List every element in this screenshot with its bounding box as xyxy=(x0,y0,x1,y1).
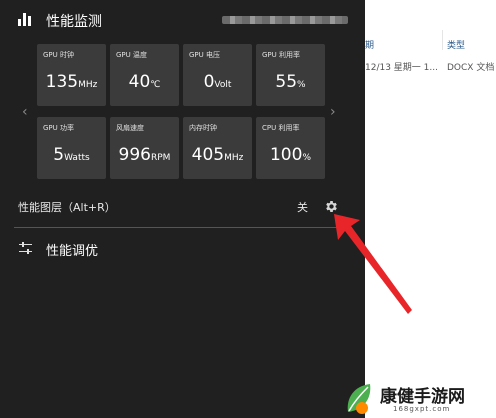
watermark-title: 康健手游网 xyxy=(380,387,465,407)
metric-unit: % xyxy=(297,80,306,90)
watermark-url: 168gxpt.com xyxy=(393,405,451,413)
tuning-sliders-icon xyxy=(19,242,32,254)
metric-tile-gpu-clock[interactable]: GPU 时钟 135MHz xyxy=(37,44,106,106)
metric-label: 风扇速度 xyxy=(116,124,144,132)
explorer-row-date: 12/13 星期一 1... xyxy=(365,63,438,73)
blurred-device-info xyxy=(222,16,348,24)
metric-value: 0 xyxy=(203,72,215,92)
metric-value-group: 996RPM xyxy=(110,145,179,165)
chevron-right-icon[interactable]: › xyxy=(330,104,336,120)
metric-value-group: 0Volt xyxy=(183,72,252,92)
metric-tile-gpu-power[interactable]: GPU 功率 5Watts xyxy=(37,117,106,179)
metric-label: CPU 利用率 xyxy=(262,124,300,132)
metric-label: GPU 温度 xyxy=(116,51,147,59)
chevron-left-icon[interactable]: ‹ xyxy=(22,104,28,120)
metric-value-group: 5Watts xyxy=(37,145,106,165)
explorer-column-date[interactable]: 期 xyxy=(365,38,374,51)
metric-unit: % xyxy=(302,153,311,163)
metric-value-group: 135MHz xyxy=(37,72,106,92)
explorer-column-type[interactable]: 类型 xyxy=(447,38,465,51)
metric-tile-cpu-utilization[interactable]: CPU 利用率 100% xyxy=(256,117,325,179)
panel-header: 性能监测 xyxy=(0,0,365,40)
explorer-column-separator xyxy=(442,30,443,50)
metric-label: GPU 时钟 xyxy=(43,51,74,59)
metric-value-group: 55% xyxy=(256,72,325,92)
metric-tile-fan-speed[interactable]: 风扇速度 996RPM xyxy=(110,117,179,179)
metric-value: 5 xyxy=(53,145,65,165)
metric-label: GPU 利用率 xyxy=(262,51,300,59)
watermark: 康健手游网 168gxpt.com xyxy=(340,378,496,418)
metric-unit: MHz xyxy=(78,80,98,90)
metric-value: 405 xyxy=(191,145,225,165)
panel-title: 性能监测 xyxy=(46,14,102,30)
metric-value-group: 100% xyxy=(256,145,325,165)
metric-label: 内存时钟 xyxy=(189,124,217,132)
metric-tile-gpu-temp[interactable]: GPU 温度 40℃ xyxy=(110,44,179,106)
section-divider xyxy=(14,227,352,228)
metric-unit: Watts xyxy=(64,153,90,163)
metric-value-group: 405MHz xyxy=(183,145,252,165)
performance-tuning-item[interactable]: 性能调优 xyxy=(46,240,98,259)
performance-overlay-label: 性能图层（Alt+R） xyxy=(18,201,116,214)
performance-overlay-toggle[interactable]: 关 xyxy=(297,199,308,215)
explorer-row-type: DOCX 文档 xyxy=(447,63,495,73)
metric-value: 55 xyxy=(275,72,298,92)
metric-unit: RPM xyxy=(151,153,171,163)
metric-tile-gpu-utilization[interactable]: GPU 利用率 55% xyxy=(256,44,325,106)
metric-label: GPU 功率 xyxy=(43,124,74,132)
file-explorer-window: 期 类型 12/13 星期一 1... DOCX 文档 xyxy=(365,0,496,418)
metric-unit: MHz xyxy=(224,153,244,163)
metric-tile-memory-clock[interactable]: 内存时钟 405MHz xyxy=(183,117,252,179)
metric-unit: ℃ xyxy=(150,80,161,90)
metric-tile-gpu-voltage[interactable]: GPU 电压 0Volt xyxy=(183,44,252,106)
metric-value: 100 xyxy=(269,145,303,165)
bar-chart-icon xyxy=(18,13,31,26)
watermark-leaf-logo xyxy=(347,384,371,414)
metric-label: GPU 电压 xyxy=(189,51,220,59)
metric-unit: Volt xyxy=(214,80,232,90)
performance-panel: 性能监测 ‹ › GPU 时钟 135MHz GPU 温度 40℃ GPU 电压… xyxy=(0,0,365,418)
metric-value: 40 xyxy=(128,72,151,92)
metric-value: 996 xyxy=(118,145,151,165)
metric-value-group: 40℃ xyxy=(110,72,179,92)
annotation-arrow xyxy=(334,214,412,314)
metric-value: 135 xyxy=(45,72,79,92)
